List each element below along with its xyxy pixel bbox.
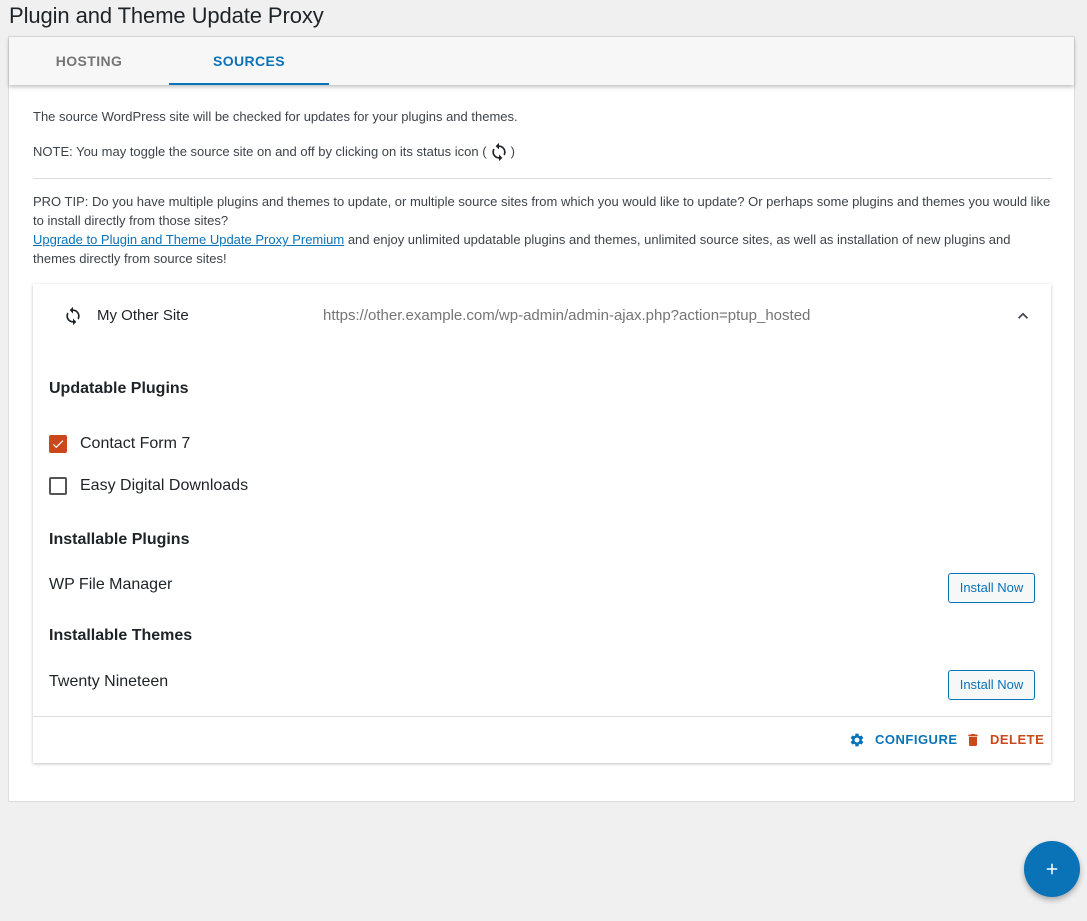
updatable-plugins-title: Updatable Plugins [49, 380, 189, 397]
sync-icon [491, 142, 506, 162]
configure-label: CONFIGURE [875, 732, 958, 747]
install-theme-button[interactable]: Install Now [948, 670, 1035, 700]
gear-icon [850, 733, 864, 747]
installable-plugin-name: WP File Manager [49, 576, 173, 593]
note-text: NOTE: You may toggle the source site on … [33, 142, 515, 162]
tab-bar: HOSTING SOURCES [9, 37, 1074, 85]
chevron-up-icon[interactable] [1013, 306, 1033, 326]
installable-plugins-title: Installable Plugins [49, 531, 190, 548]
installable-theme-name: Twenty Nineteen [49, 673, 169, 690]
main-panel: HOSTING SOURCES The source WordPress sit… [8, 36, 1075, 802]
source-site-header[interactable]: My Other Site https://other.example.com/… [33, 284, 1051, 348]
site-url: https://other.example.com/wp-admin/admin… [323, 307, 811, 324]
page-title: Plugin and Theme Update Proxy [9, 3, 324, 28]
installable-themes-title: Installable Themes [49, 627, 193, 644]
upgrade-link[interactable]: Upgrade to Plugin and Theme Update Proxy… [33, 232, 344, 247]
checkbox-label: Easy Digital Downloads [80, 477, 249, 494]
install-plugin-button[interactable]: Install Now [948, 573, 1035, 603]
divider [33, 178, 1052, 179]
pro-tip-text: PRO TIP: Do you have multiple plugins an… [33, 194, 1051, 228]
delete-label: DELETE [990, 732, 1045, 747]
note-suffix: ) [510, 144, 515, 159]
check-icon [52, 440, 64, 449]
source-site-card: My Other Site https://other.example.com/… [33, 284, 1051, 763]
description-text: The source WordPress site will be checke… [33, 109, 518, 124]
trash-icon [968, 734, 978, 746]
card-actions: CONFIGURE DELETE [33, 716, 1051, 763]
tab-sources[interactable]: SOURCES [169, 37, 329, 85]
tab-hosting[interactable]: HOSTING [9, 37, 169, 85]
note-prefix: NOTE: You may toggle the source site on … [33, 144, 487, 159]
pro-tip: PRO TIP: Do you have multiple plugins an… [33, 192, 1053, 268]
configure-button[interactable]: CONFIGURE [849, 717, 958, 763]
checkbox-label: Contact Form 7 [80, 435, 191, 452]
delete-button[interactable]: DELETE [965, 717, 1044, 763]
add-source-button[interactable] [1024, 841, 1080, 897]
site-name: My Other Site [97, 307, 189, 324]
plus-icon [1046, 863, 1058, 875]
checkbox-unchecked[interactable] [49, 477, 67, 495]
checkbox-checked[interactable] [49, 435, 67, 453]
sync-icon[interactable] [63, 306, 83, 326]
